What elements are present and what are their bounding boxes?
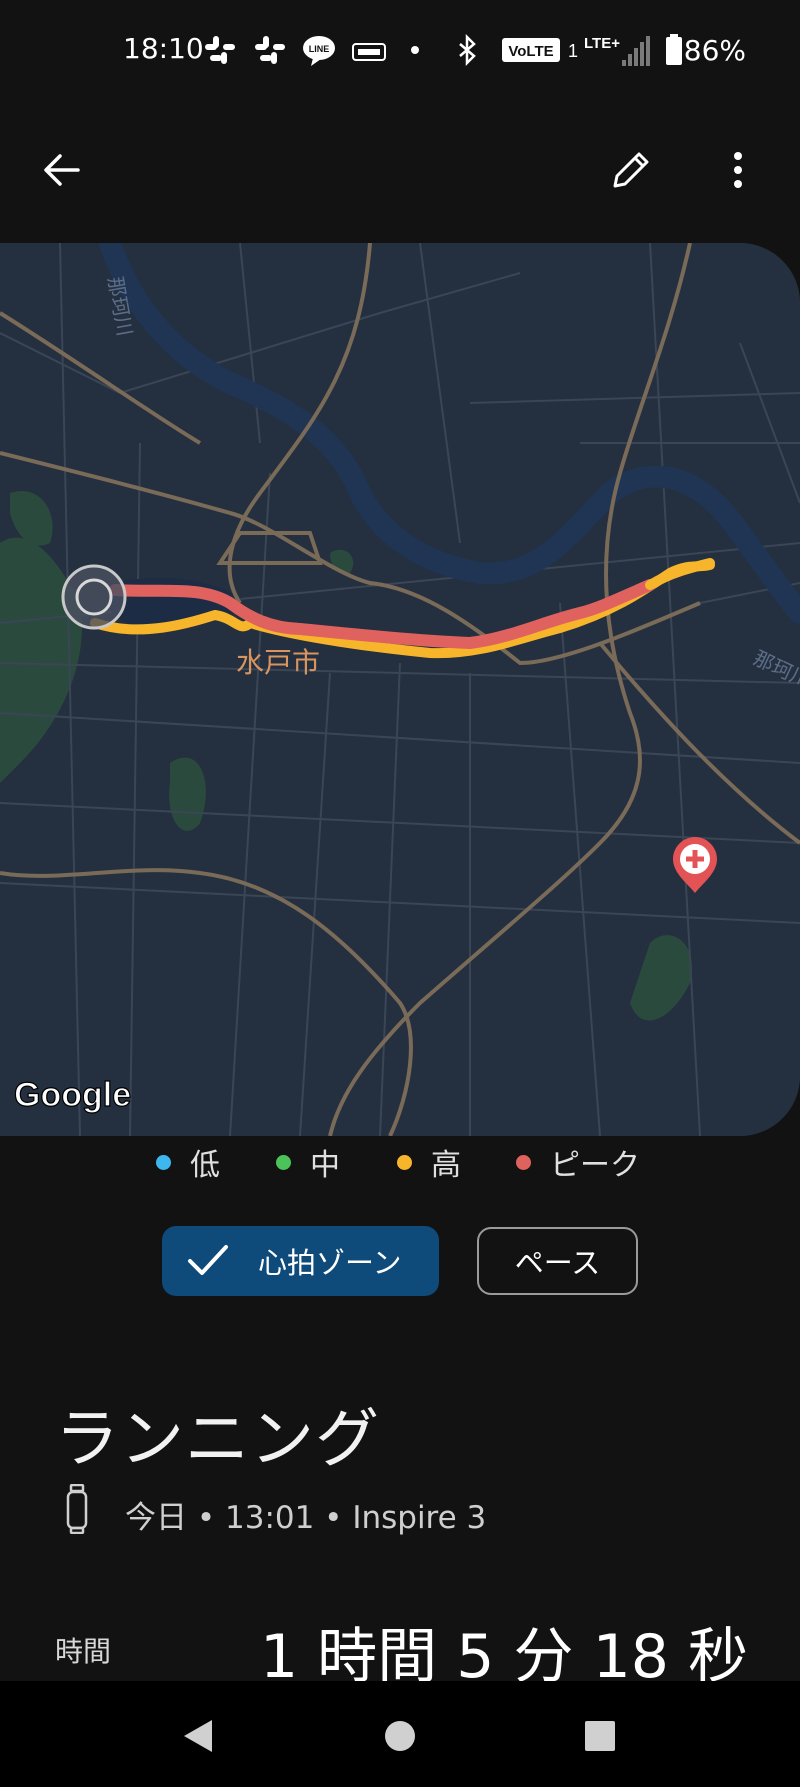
wallet-icon bbox=[352, 43, 386, 61]
notification-icons: LINE bbox=[205, 36, 419, 66]
legend-label: 高 bbox=[431, 1148, 461, 1183]
route-map[interactable]: 水戸市 那珂川 那珂川 Google bbox=[0, 243, 800, 1136]
volte-badge: VoLTE bbox=[502, 38, 560, 62]
svg-text:VoLTE: VoLTE bbox=[508, 43, 553, 60]
slack-icon bbox=[205, 36, 235, 64]
google-attribution: Google bbox=[14, 1076, 131, 1114]
nav-back-button[interactable] bbox=[163, 1701, 233, 1771]
legend-item-peak: ピーク bbox=[516, 1142, 640, 1183]
dot-icon bbox=[411, 46, 419, 54]
heart-zone-legend: 低 中 高 ピーク bbox=[0, 1140, 800, 1184]
check-icon bbox=[188, 1245, 228, 1275]
activity-meta: 今日 • 13:01 • Inspire 3 bbox=[55, 1484, 755, 1536]
status-time: 18:10 bbox=[123, 32, 204, 65]
legend-item-high: 高 bbox=[397, 1142, 461, 1183]
signal-icon bbox=[622, 36, 650, 66]
status-bar: 18:10 LINE VoLTE 1 LTE+ 86% bbox=[0, 0, 800, 100]
legend-label: 中 bbox=[310, 1148, 340, 1183]
battery-percent: 86% bbox=[683, 34, 746, 67]
more-vert-icon bbox=[734, 152, 742, 188]
battery-icon bbox=[666, 34, 682, 65]
legend-dot bbox=[516, 1154, 531, 1170]
edit-button[interactable] bbox=[599, 138, 663, 202]
arrow-back-icon bbox=[44, 154, 80, 186]
app-bar bbox=[0, 130, 800, 210]
legend-label: 低 bbox=[190, 1148, 220, 1183]
map-canvas: 水戸市 那珂川 那珂川 Google bbox=[0, 243, 800, 1136]
legend-label: ピーク bbox=[550, 1148, 640, 1183]
more-options-button[interactable] bbox=[706, 138, 770, 202]
nav-recents-button[interactable] bbox=[565, 1701, 635, 1771]
nav-back-icon bbox=[184, 1720, 212, 1752]
legend-dot bbox=[276, 1154, 291, 1170]
pencil-icon bbox=[613, 152, 649, 188]
svg-text:LINE: LINE bbox=[309, 44, 330, 54]
nav-home-icon bbox=[385, 1721, 415, 1751]
sim-number: 1 bbox=[568, 41, 578, 61]
system-nav-bar bbox=[0, 1681, 800, 1787]
back-button[interactable] bbox=[30, 138, 94, 202]
line-icon: LINE bbox=[303, 36, 335, 66]
activity-meta-text: 今日 • 13:01 • Inspire 3 bbox=[125, 1500, 487, 1536]
legend-item-medium: 中 bbox=[276, 1142, 340, 1183]
nav-recents-icon bbox=[585, 1721, 615, 1751]
legend-item-low: 低 bbox=[156, 1142, 220, 1183]
activity-title: ランニング bbox=[55, 1403, 380, 1477]
heart-rate-zone-label: 心拍ゾーン bbox=[258, 1246, 402, 1280]
bluetooth-icon bbox=[459, 33, 476, 67]
start-marker-icon bbox=[61, 564, 127, 630]
tracker-icon bbox=[66, 1484, 88, 1534]
legend-dot bbox=[397, 1154, 412, 1170]
heart-rate-zone-chip[interactable]: 心拍ゾーン bbox=[162, 1226, 439, 1296]
pace-chip[interactable]: ペース bbox=[477, 1227, 638, 1295]
nav-home-button[interactable] bbox=[365, 1701, 435, 1771]
network-type: LTE+ bbox=[584, 35, 620, 52]
legend-dot bbox=[156, 1154, 171, 1170]
slack-icon bbox=[255, 36, 285, 64]
city-label: 水戸市 bbox=[236, 646, 320, 679]
duration-label: 時間 bbox=[55, 1635, 112, 1668]
pace-label: ペース bbox=[514, 1246, 601, 1280]
